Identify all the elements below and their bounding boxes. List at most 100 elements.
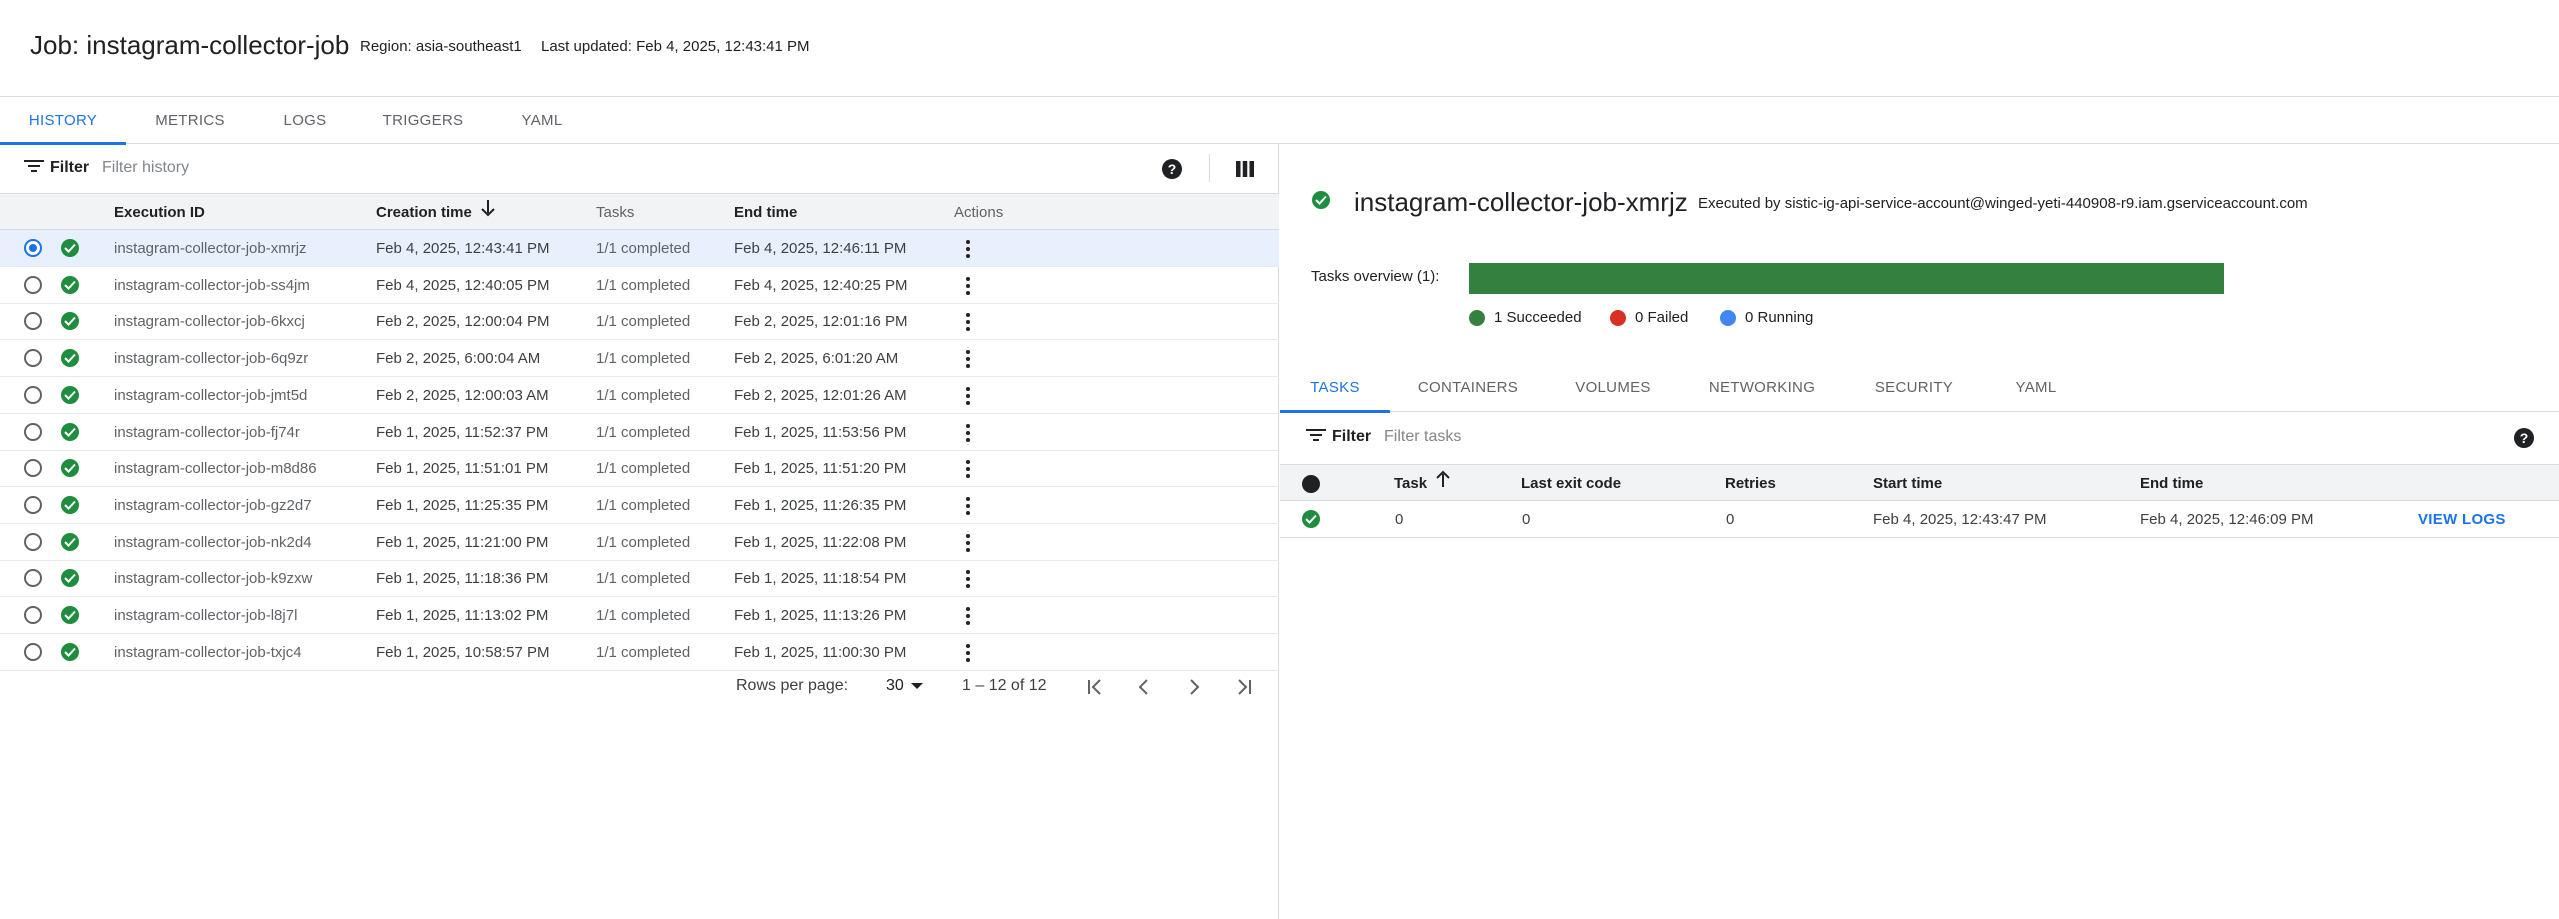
- column-retries[interactable]: Retries: [1725, 465, 1776, 502]
- tab-history[interactable]: HISTORY: [0, 97, 126, 145]
- execution-id[interactable]: instagram-collector-job-ss4jm: [114, 267, 310, 304]
- column-creation-time[interactable]: Creation time: [376, 194, 496, 231]
- tab-tasks[interactable]: TASKS: [1280, 364, 1390, 413]
- column-display-icon[interactable]: [1234, 158, 1256, 180]
- column-start-time[interactable]: Start time: [1873, 465, 1942, 502]
- task-exit-code: 0: [1522, 511, 1531, 528]
- execution-id[interactable]: instagram-collector-job-xmrjz: [114, 230, 307, 267]
- table-row[interactable]: instagram-collector-job-m8d86 Feb 1, 2025…: [0, 450, 1279, 488]
- table-row[interactable]: instagram-collector-job-k9zxw Feb 1, 2025…: [0, 560, 1279, 598]
- creation-time: Feb 1, 2025, 11:25:35 PM: [376, 496, 549, 514]
- more-actions-icon[interactable]: [958, 312, 978, 332]
- help-icon[interactable]: ?: [2513, 427, 2535, 449]
- tab-execution-yaml[interactable]: YAML: [1984, 364, 2088, 412]
- creation-time: Feb 2, 2025, 12:00:04 PM: [376, 313, 550, 331]
- execution-id[interactable]: instagram-collector-job-fj74r: [114, 414, 300, 451]
- execution-status-success-icon: [61, 495, 79, 514]
- more-actions-icon[interactable]: [958, 606, 978, 626]
- row-select-radio[interactable]: [24, 459, 42, 478]
- row-select-radio[interactable]: [24, 606, 42, 624]
- rows-per-page-select[interactable]: 30: [886, 677, 924, 695]
- table-row[interactable]: instagram-collector-job-jmt5d Feb 2, 2025…: [0, 377, 1279, 414]
- table-row[interactable]: instagram-collector-job-fj74r Feb 1, 2025…: [0, 414, 1279, 451]
- first-page-icon[interactable]: [1082, 674, 1108, 700]
- tab-logs[interactable]: LOGS: [254, 97, 356, 144]
- history-filter-button[interactable]: Filter: [24, 156, 89, 180]
- row-select-radio[interactable]: [24, 422, 42, 441]
- tasks-status: 1/1 completed: [596, 276, 691, 294]
- column-task-end-time[interactable]: End time: [2140, 465, 2203, 502]
- execution-id[interactable]: instagram-collector-job-6kxcj: [114, 303, 305, 340]
- tab-networking[interactable]: NETWORKING: [1680, 364, 1844, 412]
- tasks-filter-input[interactable]: [1384, 425, 1984, 449]
- more-actions-icon[interactable]: [958, 386, 978, 406]
- view-logs-link[interactable]: VIEW LOGS: [2418, 501, 2506, 538]
- tasks-progress-succeeded: [1469, 263, 2224, 294]
- table-row[interactable]: instagram-collector-job-l8j7l Feb 1, 2025…: [0, 597, 1279, 634]
- task-start-time: Feb 4, 2025, 12:43:47 PM: [1873, 511, 2047, 528]
- row-select-radio[interactable]: [24, 642, 42, 661]
- previous-page-icon[interactable]: [1131, 674, 1157, 700]
- row-select-radio[interactable]: [24, 275, 42, 294]
- table-row[interactable]: instagram-collector-job-nk2d4 Feb 1, 2025…: [0, 524, 1279, 561]
- tab-containers[interactable]: CONTAINERS: [1390, 364, 1546, 412]
- row-select-radio[interactable]: [24, 569, 42, 588]
- more-actions-icon[interactable]: [958, 459, 978, 479]
- tab-volumes[interactable]: VOLUMES: [1546, 364, 1680, 412]
- tab-security[interactable]: SECURITY: [1844, 364, 1984, 412]
- more-actions-icon[interactable]: [958, 276, 978, 296]
- row-select-radio[interactable]: [24, 349, 42, 368]
- more-actions-icon[interactable]: [958, 496, 978, 516]
- table-row[interactable]: instagram-collector-job-ss4jm Feb 4, 2025…: [0, 267, 1279, 304]
- tab-metrics[interactable]: METRICS: [126, 97, 254, 144]
- table-row[interactable]: instagram-collector-job-txjc4 Feb 1, 2025…: [0, 634, 1279, 671]
- column-creation-time-label: Creation time: [376, 204, 472, 221]
- execution-id[interactable]: instagram-collector-job-gz2d7: [114, 487, 312, 524]
- history-filter-input[interactable]: [102, 156, 662, 180]
- execution-status-success-icon: [61, 239, 79, 257]
- row-select-radio[interactable]: [24, 385, 42, 404]
- column-last-exit-code[interactable]: Last exit code: [1521, 465, 1621, 502]
- execution-id[interactable]: instagram-collector-job-l8j7l: [114, 597, 297, 634]
- tab-yaml[interactable]: YAML: [490, 97, 594, 144]
- row-select-radio[interactable]: [24, 239, 42, 257]
- execution-id[interactable]: instagram-collector-job-txjc4: [114, 634, 302, 671]
- more-actions-icon[interactable]: [958, 533, 978, 553]
- legend-failed: 0 Failed: [1610, 309, 1688, 326]
- table-row[interactable]: instagram-collector-job-xmrjz Feb 4, 2025…: [0, 230, 1279, 267]
- help-icon[interactable]: ?: [1161, 158, 1183, 180]
- legend-running: 0 Running: [1720, 309, 1813, 326]
- execution-id[interactable]: instagram-collector-job-m8d86: [114, 450, 317, 487]
- tasks-overview-label: Tasks overview (1):: [1311, 268, 1440, 285]
- column-execution-id[interactable]: Execution ID: [114, 194, 205, 231]
- execution-id[interactable]: instagram-collector-job-nk2d4: [114, 524, 312, 561]
- row-select-radio[interactable]: [24, 495, 42, 514]
- tasks-filter-button[interactable]: Filter: [1306, 425, 1371, 449]
- column-end-time[interactable]: End time: [734, 194, 797, 231]
- table-row[interactable]: instagram-collector-job-6kxcj Feb 2, 2025…: [0, 303, 1279, 341]
- tasks-status: 1/1 completed: [596, 350, 691, 368]
- history-pane: Filter ? Execution ID Creation time Task…: [0, 144, 1279, 919]
- row-select-radio[interactable]: [24, 312, 42, 331]
- more-actions-icon[interactable]: [958, 423, 978, 443]
- succeeded-dot-icon: [1469, 309, 1485, 326]
- end-time: Feb 2, 2025, 12:01:16 PM: [734, 313, 908, 331]
- tasks-status: 1/1 completed: [596, 496, 691, 514]
- more-actions-icon[interactable]: [958, 569, 978, 589]
- column-task[interactable]: Task: [1394, 465, 1451, 502]
- end-time: Feb 1, 2025, 11:51:20 PM: [734, 460, 907, 478]
- table-row[interactable]: instagram-collector-job-6q9zr Feb 2, 2025…: [0, 340, 1279, 378]
- svg-text:?: ?: [1168, 161, 1177, 177]
- execution-id[interactable]: instagram-collector-job-jmt5d: [114, 377, 307, 414]
- last-page-icon[interactable]: [1231, 674, 1257, 700]
- execution-id[interactable]: instagram-collector-job-k9zxw: [114, 560, 312, 597]
- table-row[interactable]: instagram-collector-job-gz2d7 Feb 1, 2025…: [0, 487, 1279, 524]
- execution-id[interactable]: instagram-collector-job-6q9zr: [114, 340, 308, 377]
- next-page-icon[interactable]: [1181, 674, 1207, 700]
- row-select-radio[interactable]: [24, 532, 42, 551]
- more-actions-icon[interactable]: [958, 349, 978, 369]
- tab-triggers[interactable]: TRIGGERS: [356, 97, 490, 144]
- end-time: Feb 1, 2025, 11:13:26 PM: [734, 607, 907, 624]
- more-actions-icon[interactable]: [958, 239, 978, 259]
- more-actions-icon[interactable]: [958, 643, 978, 663]
